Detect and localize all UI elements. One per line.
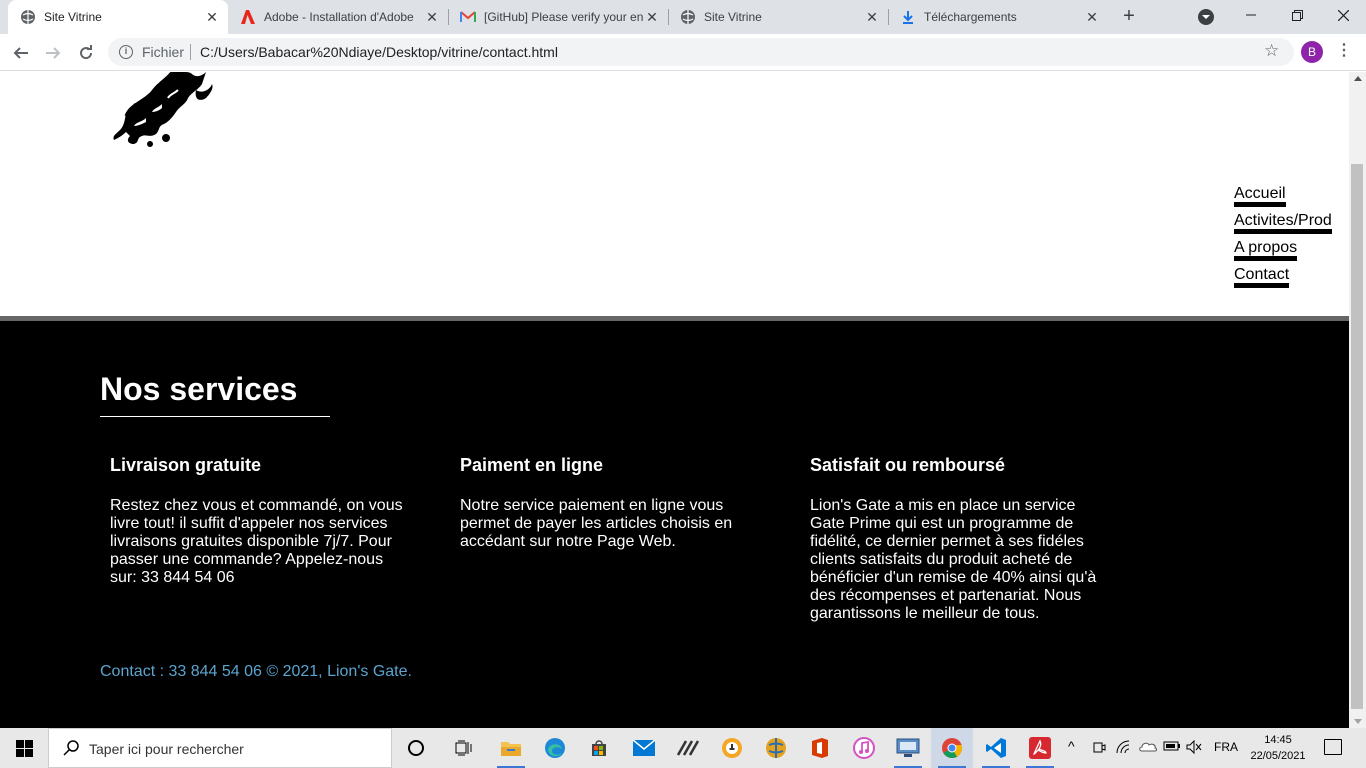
close-icon[interactable]: ✕ [864, 9, 880, 25]
scroll-up-icon[interactable] [1354, 76, 1362, 81]
page-viewport: Accueil Activites/Prod A propos Contact … [0, 72, 1349, 728]
file-explorer-icon[interactable] [497, 734, 525, 768]
tab-title: Site Vitrine [704, 10, 762, 24]
tab-search-icon[interactable] [1198, 9, 1214, 25]
taskbar-search-box[interactable]: Taper ici pour rechercher [48, 728, 392, 768]
onedrive-icon[interactable] [1139, 740, 1157, 755]
service-title: Livraison gratuite [110, 455, 262, 475]
service-livraison: Livraison gratuite Restez chez vous et c… [110, 455, 410, 587]
close-icon[interactable]: ✕ [644, 9, 660, 25]
vpn-shield-icon[interactable] [718, 734, 746, 762]
site-footer: Nos services Livraison gratuite Restez c… [0, 321, 1349, 728]
office-icon[interactable] [806, 734, 834, 762]
reload-button[interactable] [73, 40, 99, 66]
windows-logo-icon [15, 739, 33, 757]
clock-date: 22/05/2021 [1250, 750, 1306, 762]
cortana-icon[interactable] [402, 734, 430, 762]
service-title: Paiment en ligne [460, 455, 604, 475]
forward-button[interactable] [40, 40, 66, 66]
chevron-up-icon[interactable]: ^ [1068, 738, 1075, 754]
site-nav: Accueil Activites/Prod A propos Contact [1234, 184, 1332, 292]
edge-icon[interactable] [541, 734, 569, 762]
nav-link-a-propos[interactable]: A propos [1234, 238, 1298, 261]
gmail-icon [460, 9, 476, 25]
acrobat-icon[interactable] [1026, 734, 1054, 768]
service-paiement: Paiment en ligne Notre service paiement … [460, 455, 750, 551]
volume-muted-icon[interactable] [1186, 739, 1202, 757]
task-view-icon[interactable] [450, 734, 478, 762]
search-icon [63, 740, 79, 761]
scheme-label: Fichier [142, 44, 185, 60]
close-window-button[interactable] [1320, 0, 1366, 30]
adobe-icon [240, 9, 256, 25]
itunes-icon[interactable] [850, 734, 878, 762]
wifi-icon[interactable] [1116, 740, 1132, 757]
notification-center-icon[interactable] [1324, 739, 1342, 755]
tab-title: Site Vitrine [44, 10, 102, 24]
globe-icon [20, 9, 36, 25]
vertical-scrollbar[interactable] [1349, 72, 1366, 728]
tab-title: [GitHub] Please verify your en [484, 10, 644, 24]
new-tab-button[interactable]: + [1118, 5, 1140, 29]
browser-toolbar: i Fichier C:/Users/Babacar%20Ndiaye/Desk… [0, 34, 1366, 71]
tab-site-vitrine-2[interactable]: Site Vitrine ✕ [668, 0, 888, 34]
scroll-thumb[interactable] [1351, 164, 1363, 709]
info-icon[interactable]: i [119, 45, 133, 59]
system-clock[interactable]: 14:45 22/05/2021 [1248, 732, 1308, 764]
lion-logo [113, 72, 213, 147]
tab-title: Téléchargements [924, 10, 1017, 24]
service-title: Satisfait ou remboursé [810, 455, 1006, 475]
minimize-button[interactable] [1228, 0, 1274, 30]
kebab-menu-icon[interactable]: ⋮ [1336, 40, 1352, 60]
nav-link-contact[interactable]: Contact [1234, 265, 1290, 288]
close-icon[interactable]: ✕ [204, 9, 220, 25]
mail-icon[interactable] [630, 734, 658, 762]
url-text[interactable]: C:/Users/Babacar%20Ndiaye/Desktop/vitrin… [200, 44, 558, 60]
pen-app-icon[interactable] [674, 734, 702, 762]
service-text: Restez chez vous et commandé, on vous li… [110, 497, 403, 586]
footer-contact: Contact : 33 844 54 06 © 2021, Lion's Ga… [100, 663, 412, 680]
globe-app-icon[interactable] [762, 734, 790, 762]
nav-link-activites[interactable]: Activites/Prod [1234, 211, 1332, 234]
service-text: Notre service paiement en ligne vous per… [460, 497, 733, 550]
search-placeholder: Taper ici pour rechercher [89, 741, 244, 757]
vscode-icon[interactable] [982, 734, 1010, 768]
taskbar: Taper ici pour rechercher ^ FRA 14:45 22… [0, 728, 1366, 768]
restore-button[interactable] [1274, 0, 1320, 30]
remote-desktop-icon[interactable] [894, 734, 922, 768]
tab-title: Adobe - Installation d'Adobe [264, 10, 414, 24]
close-icon[interactable]: ✕ [424, 9, 440, 25]
battery-icon[interactable] [1163, 740, 1181, 755]
windows-start-button[interactable] [0, 728, 48, 768]
profile-avatar[interactable]: B [1301, 41, 1323, 63]
service-text: Lion's Gate a mis en place un service Ga… [810, 497, 1097, 622]
store-icon[interactable] [585, 734, 613, 762]
download-icon [900, 9, 916, 25]
address-bar[interactable]: i Fichier C:/Users/Babacar%20Ndiaye/Desk… [108, 38, 1294, 66]
clock-time: 14:45 [1264, 734, 1292, 746]
omnibox-separator [190, 44, 191, 60]
tab-downloads[interactable]: Téléchargements ✕ [888, 0, 1108, 34]
scroll-down-icon[interactable] [1354, 719, 1362, 724]
tab-adobe[interactable]: Adobe - Installation d'Adobe ✕ [228, 0, 448, 34]
globe-icon [680, 9, 696, 25]
back-button[interactable] [8, 40, 34, 66]
bookmark-star-icon[interactable]: ☆ [1264, 41, 1279, 61]
close-icon[interactable]: ✕ [1084, 9, 1100, 25]
device-icon[interactable] [1092, 740, 1106, 757]
services-title: Nos services [100, 371, 330, 417]
chrome-icon[interactable] [938, 734, 966, 768]
nav-link-accueil[interactable]: Accueil [1234, 184, 1286, 207]
tab-github-mail[interactable]: [GitHub] Please verify your en ✕ [448, 0, 668, 34]
language-indicator[interactable]: FRA [1214, 740, 1238, 754]
service-satisfait: Satisfait ou remboursé Lion's Gate a mis… [810, 455, 1102, 623]
tab-site-vitrine[interactable]: Site Vitrine ✕ [8, 0, 228, 34]
tab-strip: Site Vitrine ✕ Adobe - Installation d'Ad… [0, 0, 1366, 34]
